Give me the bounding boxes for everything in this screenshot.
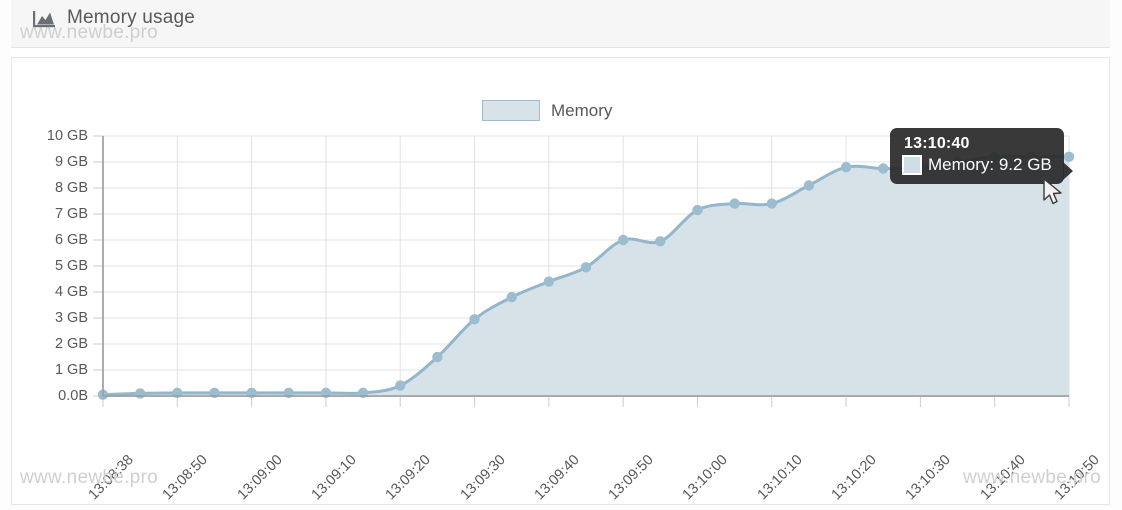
page-title-text: Memory usage [67,7,195,29]
area-chart-icon [33,10,55,28]
memory-usage-card: Memory usage [11,0,1110,505]
page-title: Memory usage [33,7,195,29]
card-body [11,57,1110,505]
card-header: Memory usage [11,0,1110,48]
